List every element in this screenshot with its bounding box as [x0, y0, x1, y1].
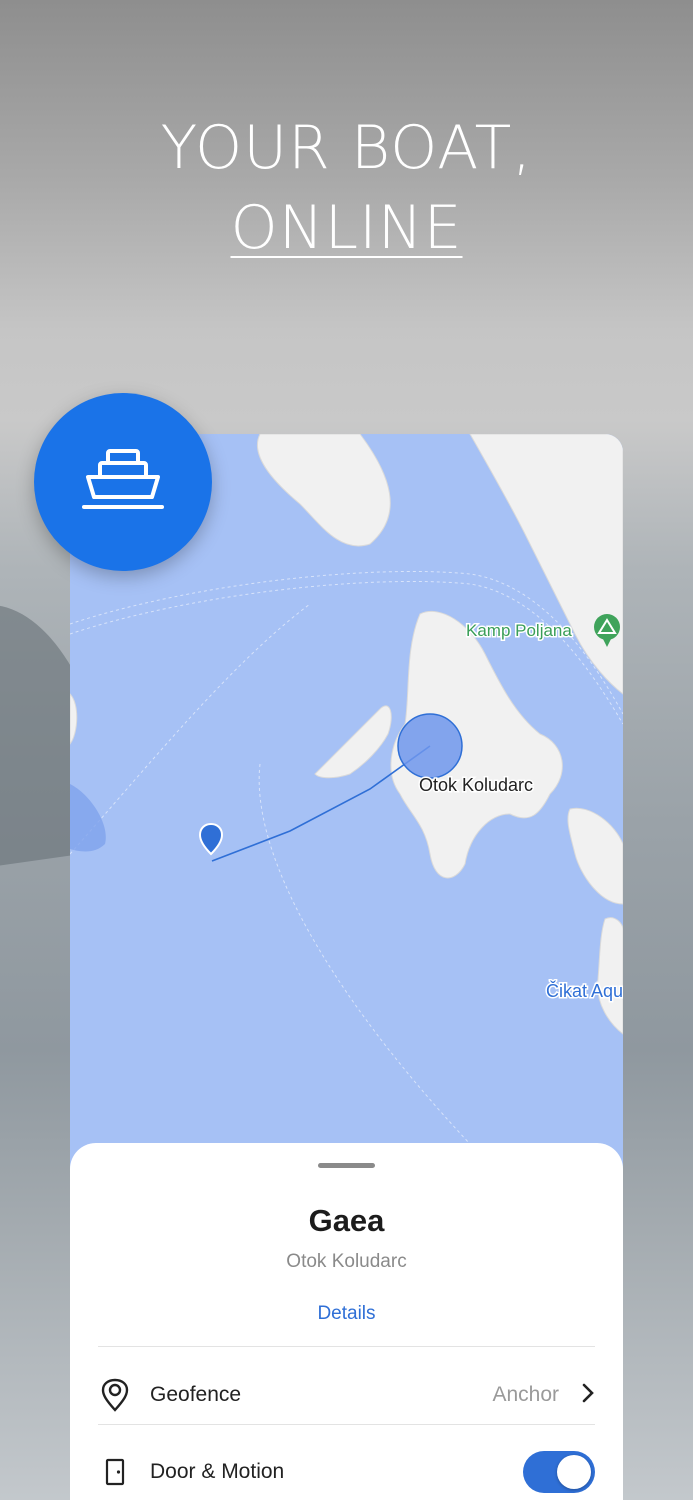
hero-line-2: ONLINE	[230, 193, 463, 263]
map-label-camp: Kamp Poljana	[466, 621, 572, 640]
boat-icon	[82, 447, 164, 518]
sheet-drag-handle[interactable]	[318, 1163, 375, 1168]
chevron-right-icon	[581, 1382, 595, 1409]
hero-title: YOUR BOAT, ONLINE	[0, 108, 693, 268]
geofence-row[interactable]: Geofence Anchor	[98, 1360, 595, 1430]
geofence-value: Anchor	[492, 1383, 559, 1406]
location-pin-icon	[98, 1378, 132, 1412]
geofence-label: Geofence	[150, 1383, 242, 1406]
divider	[98, 1346, 595, 1347]
divider	[98, 1424, 595, 1425]
boat-name: Gaea	[308, 1203, 385, 1238]
boat-location: Otok Koludarc	[286, 1251, 407, 1272]
boat-badge	[34, 393, 212, 571]
door-motion-row: Door & Motion	[98, 1437, 595, 1500]
map-label-island: Otok Koludarc	[419, 775, 533, 795]
details-link[interactable]: Details	[70, 1303, 623, 1325]
toggle-knob	[557, 1455, 591, 1489]
app-preview-card: Kamp Poljana Otok Koludarc Čikat Aqu Gae…	[70, 434, 623, 1500]
hero-line-1: YOUR BOAT,	[160, 113, 533, 183]
door-icon	[98, 1455, 132, 1489]
bottom-sheet: Gaea Otok Koludarc Details Geofence Anch…	[70, 1143, 623, 1500]
door-motion-label: Door & Motion	[150, 1460, 285, 1483]
door-motion-toggle[interactable]	[523, 1451, 595, 1493]
map-label-place: Čikat Aqu	[546, 980, 623, 1001]
